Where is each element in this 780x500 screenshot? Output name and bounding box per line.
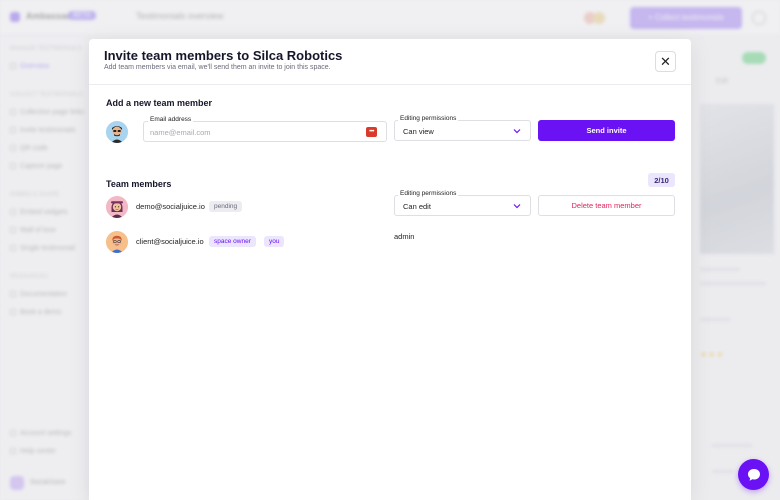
send-invite-button[interactable]: Send invite [538,120,675,141]
chat-launcher-button[interactable] [738,459,769,490]
pending-tag: pending [209,201,243,212]
invite-modal: Invite team members to Silca Robotics Ad… [89,39,691,500]
chat-bubble-icon [747,468,760,481]
chevron-down-icon [513,204,521,209]
new-member-avatar [106,121,128,143]
email-field-wrapper: ••• [143,121,387,142]
close-button[interactable]: ✕ [655,51,676,72]
member-email: client@socialjuice.io [136,237,204,246]
email-field-label: Email address [148,116,194,123]
password-manager-icon[interactable]: ••• [366,127,377,137]
member-avatar [106,196,128,218]
member-permissions-select[interactable]: Can edit [394,195,531,216]
space-owner-tag: space owner [209,236,256,247]
team-members-heading: Team members [106,179,172,189]
modal-title: Invite team members to Silca Robotics [104,48,343,63]
you-tag: you [264,236,285,247]
close-icon: ✕ [660,53,671,69]
modal-subtitle: Add team members via email, we'll send t… [104,64,331,71]
permissions-value: Can edit [403,202,431,211]
chevron-down-icon [513,129,521,134]
permissions-value: Can view [403,127,434,136]
member-email: demo@socialjuice.io [136,202,205,211]
email-input[interactable] [150,125,350,139]
member-avatar [106,231,128,253]
new-member-permissions-select[interactable]: Can view [394,120,531,141]
add-member-heading: Add a new team member [106,98,213,108]
member-count-badge: 2/10 [648,173,675,187]
modal-header: Invite team members to Silca Robotics Ad… [89,39,691,85]
delete-member-button[interactable]: Delete team member [538,195,675,216]
member-role: admin [394,232,415,241]
permissions-field-label: Editing permissions [398,115,459,122]
permissions-field-label: Editing permissions [398,190,459,197]
